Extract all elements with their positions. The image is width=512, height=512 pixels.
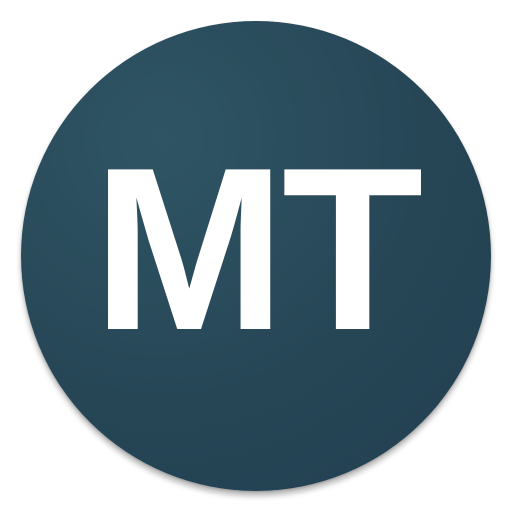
app-icon-badge[interactable]: MT (21, 21, 491, 491)
app-icon-canvas: MT (0, 0, 512, 512)
app-icon-monogram: MT (92, 120, 424, 379)
